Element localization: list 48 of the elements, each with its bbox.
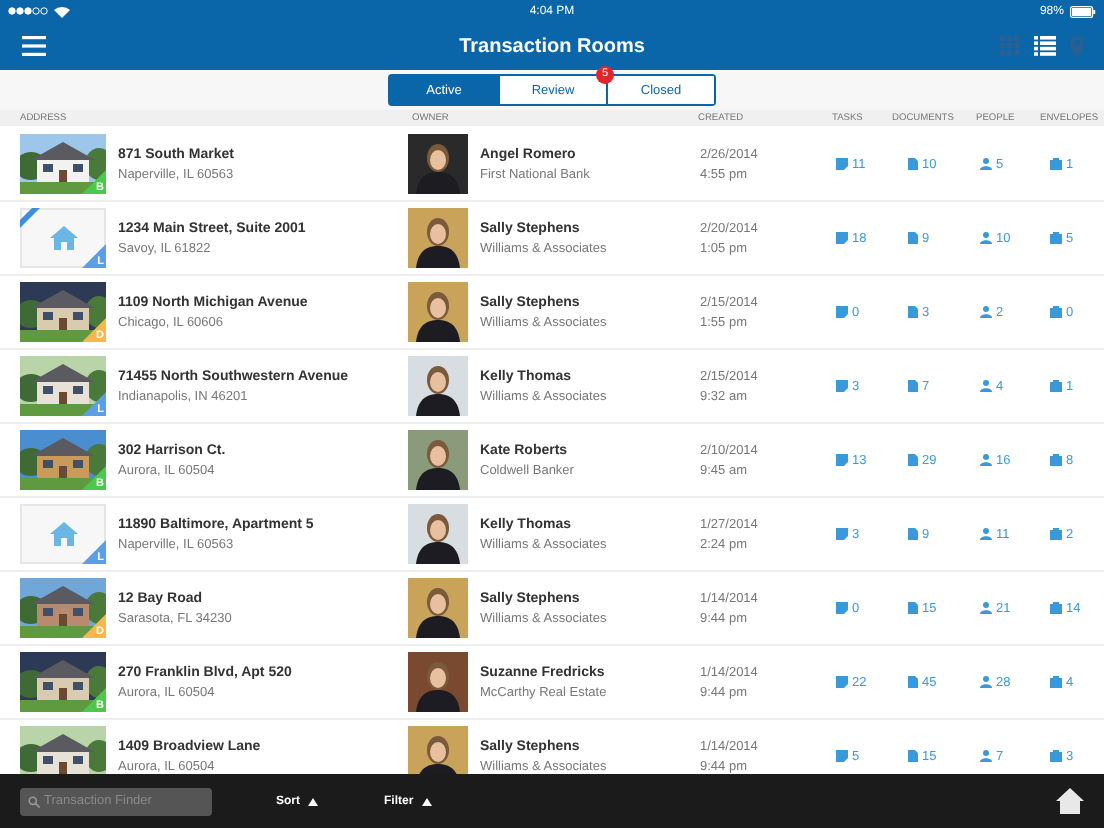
folder-icon xyxy=(1050,232,1062,244)
document-icon xyxy=(908,306,918,318)
house-icon xyxy=(49,522,77,546)
wifi-icon xyxy=(54,5,70,17)
person-icon xyxy=(980,454,992,466)
document-icon xyxy=(908,158,918,170)
note-icon xyxy=(836,306,848,318)
person-icon xyxy=(980,602,992,614)
caret-icon xyxy=(421,797,432,805)
search-icon xyxy=(28,795,40,807)
caret-icon xyxy=(308,797,318,805)
document-icon xyxy=(908,454,918,466)
folder-icon xyxy=(1050,306,1062,318)
battery-icon xyxy=(1069,5,1096,17)
note-icon xyxy=(836,380,848,392)
person-icon xyxy=(980,306,992,318)
person-icon xyxy=(980,158,992,170)
person-icon xyxy=(980,676,992,688)
document-icon xyxy=(908,750,918,762)
note-icon xyxy=(836,750,848,762)
signal-icon xyxy=(8,6,48,16)
document-icon xyxy=(908,528,918,540)
folder-icon xyxy=(1050,380,1062,392)
folder-icon xyxy=(1050,750,1062,762)
note-icon xyxy=(836,676,848,688)
note-icon xyxy=(836,158,848,170)
document-icon xyxy=(908,602,918,614)
person-icon xyxy=(980,232,992,244)
person-icon xyxy=(980,750,992,762)
folder-icon xyxy=(1050,528,1062,540)
home-icon[interactable] xyxy=(1056,788,1084,814)
list-view-icon[interactable] xyxy=(1034,36,1056,56)
screen-title: Transaction Rooms xyxy=(457,35,647,57)
document-icon xyxy=(908,676,918,688)
note-icon xyxy=(836,602,848,614)
house-icon xyxy=(49,226,77,250)
person-icon xyxy=(980,380,992,392)
note-icon xyxy=(836,232,848,244)
person-icon xyxy=(980,528,992,540)
menu-icon[interactable] xyxy=(22,36,46,56)
document-icon xyxy=(908,232,918,244)
folder-icon xyxy=(1050,602,1062,614)
folder-icon xyxy=(1050,454,1062,466)
note-icon xyxy=(836,528,848,540)
document-icon xyxy=(908,380,918,392)
folder-icon xyxy=(1050,158,1062,170)
folder-icon xyxy=(1050,676,1062,688)
note-icon xyxy=(836,454,848,466)
